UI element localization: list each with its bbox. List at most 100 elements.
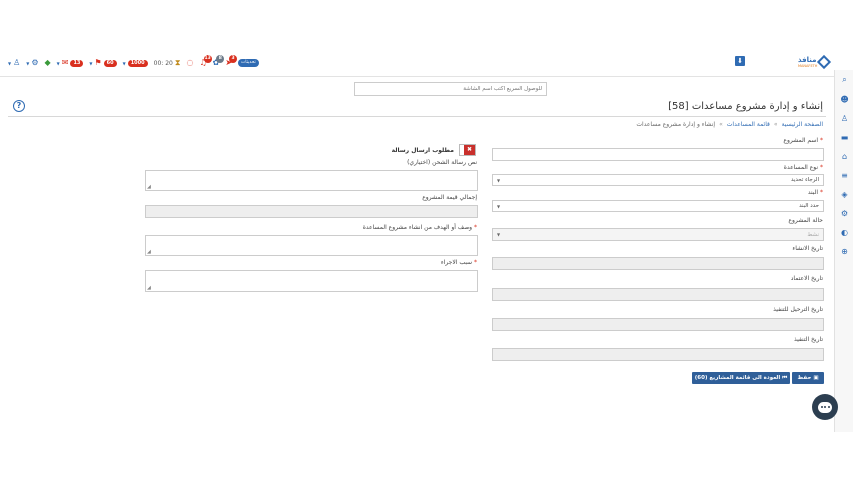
updates-menu[interactable]: تحديثات xyxy=(238,59,259,67)
project-status-value: نشط xyxy=(807,231,819,238)
database-icon[interactable]: ≡ xyxy=(839,172,850,180)
project-name-label: * اسم المشروع xyxy=(783,137,823,144)
logo-mark-icon xyxy=(817,54,832,70)
created-date-field xyxy=(492,257,824,270)
aid-type-select[interactable]: الرجاء تحديد ▼ xyxy=(492,174,824,186)
cloud-icon: تحديثات xyxy=(238,59,259,67)
page-title: إنشاء و إدارة مشروع مساعدات [58] xyxy=(668,101,823,112)
title-divider xyxy=(8,116,826,117)
network-menu[interactable]: ✿ 8 xyxy=(213,55,225,67)
chevron-down-icon: ▼ xyxy=(497,203,501,209)
logo-sub: MANAFETH xyxy=(798,64,818,68)
alert-icon: ⚑ xyxy=(94,58,102,67)
project-name-input[interactable] xyxy=(492,148,824,161)
rocket-menu[interactable]: ➤ 3 xyxy=(225,55,238,67)
session-timer: 00: 20 ⧗ xyxy=(154,58,181,68)
app-logo[interactable]: منافذ MANAFETH xyxy=(798,52,834,72)
messages-menu[interactable]: ▼ ✉ 13 xyxy=(57,59,84,67)
navbar-tools: ▼ ♙ ▼ ⚙ ◆ ▼ ✉ 13 ▼ ⚑ 60 ▼ 1000 00: 20 ⧗ xyxy=(8,55,259,70)
messages-count-badge: 13 xyxy=(70,59,84,67)
save-button-label: حفظ xyxy=(797,375,812,381)
resize-grip-icon[interactable]: ◢ xyxy=(147,286,151,291)
caret-down-icon: ▼ xyxy=(26,60,30,66)
right-sidebar: ⌕ ☻ ♙ ▬ ⌂ ≡ ◈ ⚙ ◐ ⊕ xyxy=(834,70,853,432)
user-icon: ♙ xyxy=(13,58,21,67)
chat-dot xyxy=(827,406,830,408)
caret-down-icon: ▼ xyxy=(122,60,126,66)
alerts-menu[interactable]: ▼ ⚑ 60 xyxy=(89,58,117,67)
gear-icon[interactable]: ⚙ xyxy=(839,210,850,218)
save-button[interactable]: ▣ حفظ xyxy=(792,372,824,384)
shield-icon[interactable]: ◐ xyxy=(839,229,850,237)
project-status-select: نشط ▼ xyxy=(492,228,824,241)
bell-count-badge: 13 xyxy=(203,55,212,63)
globe-icon[interactable]: ⊕ xyxy=(839,248,850,256)
user-menu[interactable]: ▼ ♙ xyxy=(8,59,20,67)
breadcrumb-home[interactable]: الصفحة الرئيسية xyxy=(782,121,823,128)
help-icon[interactable]: ? xyxy=(13,100,25,112)
item-value: حدد البند xyxy=(799,203,819,209)
approved-date-field xyxy=(492,288,824,301)
description-label-text: وصف أو الهدف من انشاء مشروع المساعدة xyxy=(362,224,473,231)
alerts-count-badge: 60 xyxy=(103,59,117,67)
rocket-count-badge: 3 xyxy=(229,55,238,63)
back-arrow-icon: ⏮ xyxy=(782,374,788,381)
project-name-label-text: اسم المشروع xyxy=(783,137,819,144)
chat-bubble-icon xyxy=(818,401,832,413)
timer-text: 00: 20 xyxy=(153,59,173,67)
breadcrumb-current: إنشاء و إدارة مشروع مساعدات xyxy=(636,121,716,128)
counter-pill[interactable]: ▼ 1000 xyxy=(122,59,148,67)
approved-date-label: تاريخ الاعتماد xyxy=(790,275,823,282)
aid-type-value: الرجاء تحديد xyxy=(790,177,819,183)
chevron-down-icon: ▼ xyxy=(497,232,501,237)
users-icon[interactable]: ☻ xyxy=(839,96,850,104)
globe-count-badge: 8 xyxy=(216,55,225,63)
caret-down-icon: ▼ xyxy=(89,60,93,66)
card-icon[interactable]: ▬ xyxy=(839,134,850,142)
caret-down-icon: ▼ xyxy=(56,60,60,66)
download-icon[interactable]: ⬇ xyxy=(735,56,745,66)
sms-text-label: نص رسالة الشحن (اختياري) xyxy=(407,159,477,166)
executed-date-label: تاريخ التنفيذ xyxy=(794,336,823,343)
description-label: * وصف أو الهدف من انشاء مشروع المساعدة xyxy=(363,224,477,231)
notifications-menu[interactable]: ♫ 13 xyxy=(199,55,212,67)
project-status-label: حالة المشروع xyxy=(788,217,823,224)
resize-grip-icon[interactable]: ◢ xyxy=(147,250,151,255)
required-mark: * xyxy=(820,137,823,144)
close-icon: ✖ xyxy=(464,145,475,155)
description-textarea[interactable]: ◢ xyxy=(145,235,478,256)
settings-menu[interactable]: ▼ ⚙ xyxy=(26,59,38,67)
connection-status[interactable]: ◆ xyxy=(45,59,51,67)
required-mark: * xyxy=(474,224,477,231)
sms-text-textarea[interactable]: ◢ xyxy=(145,170,478,191)
chat-widget-button[interactable] xyxy=(812,394,838,420)
reason-textarea[interactable]: ◢ xyxy=(145,270,478,292)
total-value-field xyxy=(145,205,478,218)
bank-icon[interactable]: ⌂ xyxy=(839,153,850,161)
back-to-projects-button[interactable]: ⏮ العودة الى قائمة المشاريع (60) xyxy=(692,372,790,384)
chat-menu[interactable]: ◌ xyxy=(186,59,193,67)
logo-name: منافذ xyxy=(798,56,817,64)
item-label: * البند xyxy=(808,189,823,196)
item-select[interactable]: حدد البند ▼ xyxy=(492,200,824,212)
breadcrumb-aid-list[interactable]: قائمة المساعدات xyxy=(727,121,770,128)
aid-type-label: * نوع المساعدة xyxy=(784,164,823,171)
chat-icon: ◌ xyxy=(186,58,194,67)
hourglass-icon: ⧗ xyxy=(174,58,181,67)
wifi-icon: ◆ xyxy=(44,58,51,67)
quick-search-input[interactable] xyxy=(354,82,547,96)
aid-type-label-text: نوع المساعدة xyxy=(783,164,819,171)
reason-label: * سبب الاجراء xyxy=(441,259,477,266)
search-icon[interactable]: ⌕ xyxy=(839,76,850,84)
top-navbar: ▼ ♙ ▼ ⚙ ◆ ▼ ✉ 13 ▼ ⚑ 60 ▼ 1000 00: 20 ⧗ xyxy=(0,48,834,77)
send-message-toggle[interactable]: ✖ xyxy=(459,144,476,156)
tag-icon[interactable]: ◈ xyxy=(839,191,850,199)
user-icon[interactable]: ♙ xyxy=(839,115,850,123)
required-mark: * xyxy=(820,164,823,171)
top-margin xyxy=(0,0,853,48)
caret-down-icon: ▼ xyxy=(8,60,12,66)
resize-grip-icon[interactable]: ◢ xyxy=(147,185,151,190)
bottom-margin xyxy=(0,432,853,480)
reason-label-text: سبب الاجراء xyxy=(440,259,473,266)
save-icon: ▣ xyxy=(813,375,819,381)
